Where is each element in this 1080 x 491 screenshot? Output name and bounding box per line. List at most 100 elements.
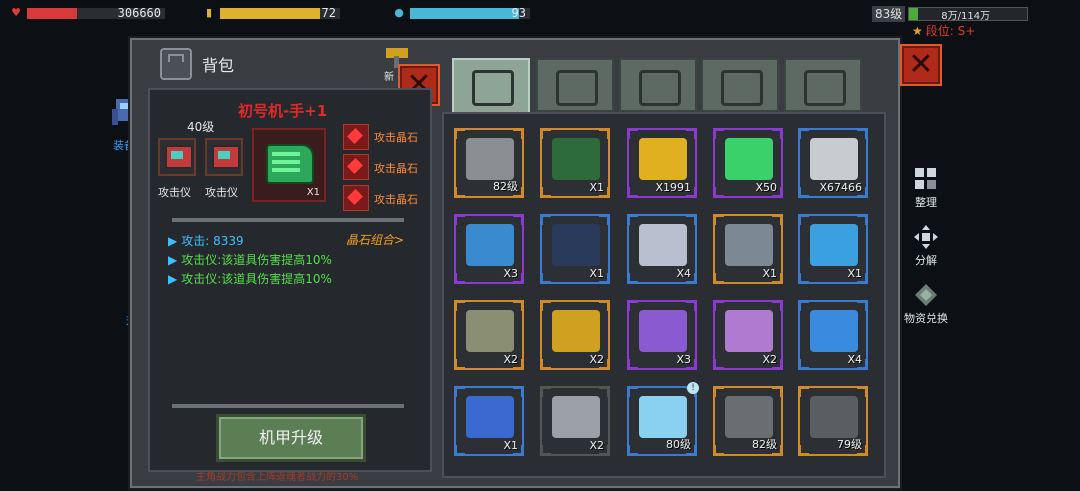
slot-corner <box>627 128 638 139</box>
arrow-icon: ▶ <box>168 234 178 248</box>
inventory-slot[interactable]: X2 <box>713 300 783 370</box>
slot-corner <box>599 214 610 225</box>
item-quantity: X1 <box>589 267 604 280</box>
slot-corner <box>454 273 465 284</box>
inventory-slot[interactable]: X1 <box>798 214 868 284</box>
slot-corner <box>713 445 724 456</box>
exchange-button[interactable]: 物资兑换 <box>900 282 952 326</box>
gem-combo-link[interactable]: 晶石组合> <box>346 231 404 248</box>
inventory-slot[interactable]: X1 <box>540 128 610 198</box>
slot-corner <box>540 386 551 397</box>
tab-food[interactable] <box>619 58 697 112</box>
slot-corner <box>772 300 783 311</box>
inventory-slot[interactable]: X2 <box>454 300 524 370</box>
exp-bar: 8万/114万 <box>908 7 1029 22</box>
inventory-slot[interactable]: X1 <box>540 214 610 284</box>
item-quantity: X1 <box>762 267 777 280</box>
inventory-slot[interactable]: X50 <box>713 128 783 198</box>
item-quantity: X2 <box>503 353 518 366</box>
slot-corner <box>454 128 465 139</box>
grid-sort-icon <box>915 168 936 189</box>
inventory-slot[interactable]: X2 <box>540 300 610 370</box>
slot-corner <box>772 128 783 139</box>
slot-corner <box>713 214 724 225</box>
player-level: 83级 8万/114万 <box>872 6 1029 22</box>
slot-corner <box>713 300 724 311</box>
item-quantity: X3 <box>503 267 518 280</box>
bag-header: 背包 <box>160 48 234 80</box>
gem-slot-3[interactable] <box>343 185 369 211</box>
exp-bar-fill <box>909 8 918 20</box>
slot-corner <box>454 359 465 370</box>
stat-attack: ▶ 攻击: 8339 <box>168 232 244 249</box>
gear-slot-1[interactable] <box>158 138 196 176</box>
mech-upgrade-button[interactable]: 机甲升级 <box>216 414 366 462</box>
inventory-slot[interactable]: X3 <box>454 214 524 284</box>
inventory-slot[interactable]: 80级! <box>627 382 699 456</box>
slot-corner <box>713 386 724 397</box>
inventory-slot[interactable]: X4 <box>627 214 697 284</box>
item-quantity: 82级 <box>752 438 777 451</box>
inventory-slot[interactable]: X2 <box>540 386 610 456</box>
arrow-icon: ▶ <box>168 253 178 267</box>
tab-tools[interactable] <box>784 58 862 112</box>
inventory-slot[interactable]: 82级 <box>454 128 524 198</box>
blue-cage-icon <box>466 396 514 438</box>
gem-label: 攻击晶石 <box>374 193 418 206</box>
gem-slot-1[interactable] <box>343 124 369 150</box>
gem-label: 攻击晶石 <box>374 131 418 144</box>
exp-card-icon <box>552 224 600 266</box>
gem-slot-2[interactable] <box>343 154 369 180</box>
inventory-slot[interactable]: 82级 <box>713 386 783 456</box>
item-quantity: X1 <box>589 181 604 194</box>
slot-corner <box>857 386 868 397</box>
energy-bar-fill <box>220 7 320 19</box>
slot-corner <box>513 128 524 139</box>
axe-icon <box>466 138 514 180</box>
slot-corner <box>513 214 524 225</box>
slot-corner <box>540 273 551 284</box>
stat-module-1: ▶ 攻击仪:该道具伤害提高10% <box>168 251 332 268</box>
inventory-slot[interactable]: X67466 <box>798 128 868 198</box>
tab-weapon[interactable] <box>701 58 779 112</box>
slot-corner <box>454 386 465 397</box>
slot-corner <box>599 386 610 397</box>
gear-slot-2[interactable] <box>205 138 243 176</box>
slot-corner <box>627 359 638 370</box>
exp-badge-icon <box>725 224 773 266</box>
slot-corner <box>713 187 724 198</box>
tab-backpack[interactable] <box>452 58 530 114</box>
inventory-slot[interactable]: X4 <box>798 300 868 370</box>
decompose-label: 分解 <box>915 254 937 267</box>
sort-button[interactable]: 整理 <box>900 166 952 210</box>
tab-medkit[interactable] <box>536 58 614 112</box>
main-item-slot[interactable]: X1 <box>252 128 326 202</box>
slot-corner <box>513 300 524 311</box>
crossbow-icon <box>810 396 858 438</box>
slot-corner <box>540 187 551 198</box>
mech-hand-icon <box>266 144 314 184</box>
arrow-icon: ▶ <box>168 272 178 286</box>
sort-label: 整理 <box>915 196 937 209</box>
inventory-slot[interactable]: X1 <box>713 214 783 284</box>
purple-gold-chest-icon <box>725 310 773 352</box>
silver-coin-icon <box>810 138 858 180</box>
blue-chest-icon <box>810 310 858 352</box>
slot-corner <box>599 128 610 139</box>
item-quantity: X67466 <box>819 181 862 194</box>
decompose-button[interactable]: 分解 <box>900 224 952 268</box>
slot-corner <box>857 128 868 139</box>
slot-corner <box>627 445 638 456</box>
close-bag-button[interactable]: ✕ <box>900 44 942 86</box>
slot-corner <box>798 214 809 225</box>
inventory-slot[interactable]: X1 <box>454 386 524 456</box>
cocktail-icon <box>725 138 773 180</box>
slot-corner <box>798 187 809 198</box>
slot-corner <box>454 445 465 456</box>
item-quantity: X2 <box>589 353 604 366</box>
inventory-slot[interactable]: X3 <box>627 300 697 370</box>
inventory-slot[interactable]: X1991 <box>627 128 697 198</box>
slot-corner <box>627 300 638 311</box>
map-icon <box>639 224 687 266</box>
inventory-slot[interactable]: 79级 <box>798 386 868 456</box>
